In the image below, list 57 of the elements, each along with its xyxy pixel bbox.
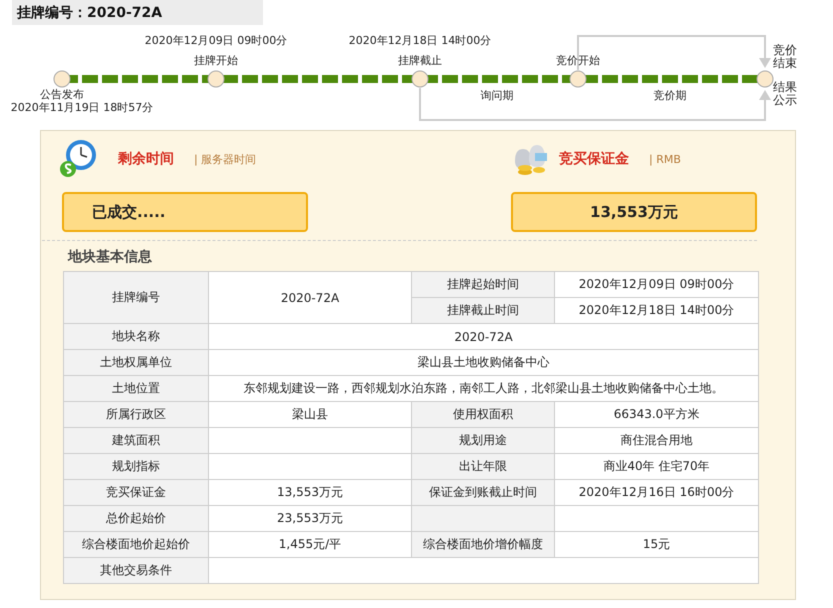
table-cell: 规划指标 xyxy=(64,454,208,480)
table-cell: 出让年限 xyxy=(412,454,554,480)
node-label: 挂牌截止 xyxy=(398,54,442,67)
table-cell: 66343.0平方米 xyxy=(554,402,758,428)
table-cell: 规划用途 xyxy=(412,428,554,454)
table-cell: 保证金到账截止时间 xyxy=(412,480,554,506)
timeline-node xyxy=(54,70,70,88)
clock-coin-icon xyxy=(58,139,98,179)
table-cell: 商住混合用地 xyxy=(554,428,758,454)
status-note: | 服务器时间 xyxy=(194,152,256,166)
table-cell: 1,455元/平 xyxy=(208,532,412,558)
table-cell: 使用权面积 xyxy=(412,402,554,428)
table-cell: 其他交易条件 xyxy=(64,558,208,584)
status-value: 13,553万元 xyxy=(511,192,757,232)
table-cell: 13,553万元 xyxy=(208,480,412,506)
node-label: 挂牌开始 xyxy=(194,54,238,67)
page-title: 挂牌编号：2020-72A xyxy=(17,4,162,22)
node-label: 公告发布 xyxy=(40,88,84,101)
table-cell: 综合楼面地价增价幅度 xyxy=(412,532,554,558)
table-cell: 2020年12月18日 14时00分 xyxy=(554,298,758,324)
result-label: 结果公示 xyxy=(773,81,797,107)
timeline-node xyxy=(756,70,774,88)
timeline-node xyxy=(208,70,224,88)
table-cell: 综合楼面地价起始价 xyxy=(64,532,208,558)
table-cell: 2020年12月16日 16时00分 xyxy=(554,480,758,506)
table-cell: 土地权属单位 xyxy=(64,350,208,376)
timeline-node xyxy=(412,70,428,88)
table-cell: 土地位置 xyxy=(64,376,208,402)
node-date: 2020年12月09日 09时00分 xyxy=(144,34,288,47)
node-date: 2020年11月19日 18时57分 xyxy=(10,101,154,114)
table-cell: 挂牌编号 xyxy=(64,272,208,324)
status-title: 剩余时间 xyxy=(118,150,174,168)
status-title: 竞买保证金 xyxy=(559,150,629,168)
table-cell: 挂牌截止时间 xyxy=(412,298,554,324)
period-label: 询问期 xyxy=(480,89,514,102)
section-title: 地块基本信息 xyxy=(68,248,153,266)
node-label: 竞价开始 xyxy=(556,54,600,67)
table-cell: 挂牌起始时间 xyxy=(412,272,554,298)
table-cell: 梁山县 xyxy=(208,402,412,428)
status-note: | RMB xyxy=(649,152,681,166)
table-cell: 2020-72A xyxy=(208,324,758,350)
table-cell: 所属行政区 xyxy=(64,402,208,428)
table-cell: 2020-72A xyxy=(208,272,412,324)
table-cell: 建筑面积 xyxy=(64,428,208,454)
table-cell: 地块名称 xyxy=(64,324,208,350)
status-value: 已成交..... xyxy=(62,192,308,232)
table-cell: 总价起始价 xyxy=(64,506,208,532)
table-cell: 2020年12月09日 09时00分 xyxy=(554,272,758,298)
period-label: 竞价期 xyxy=(654,89,686,102)
table-cell: 梁山县土地收购储备中心 xyxy=(208,350,758,376)
table-cell: 商业40年 住宅70年 xyxy=(554,454,758,480)
table-cell: 竞买保证金 xyxy=(64,480,208,506)
timeline-node xyxy=(570,70,586,88)
node-label: 竞价结束 xyxy=(773,44,797,70)
table-cell: 15元 xyxy=(554,532,758,558)
node-date: 2020年12月18日 14时00分 xyxy=(348,34,492,47)
table-cell: 23,553万元 xyxy=(208,506,412,532)
